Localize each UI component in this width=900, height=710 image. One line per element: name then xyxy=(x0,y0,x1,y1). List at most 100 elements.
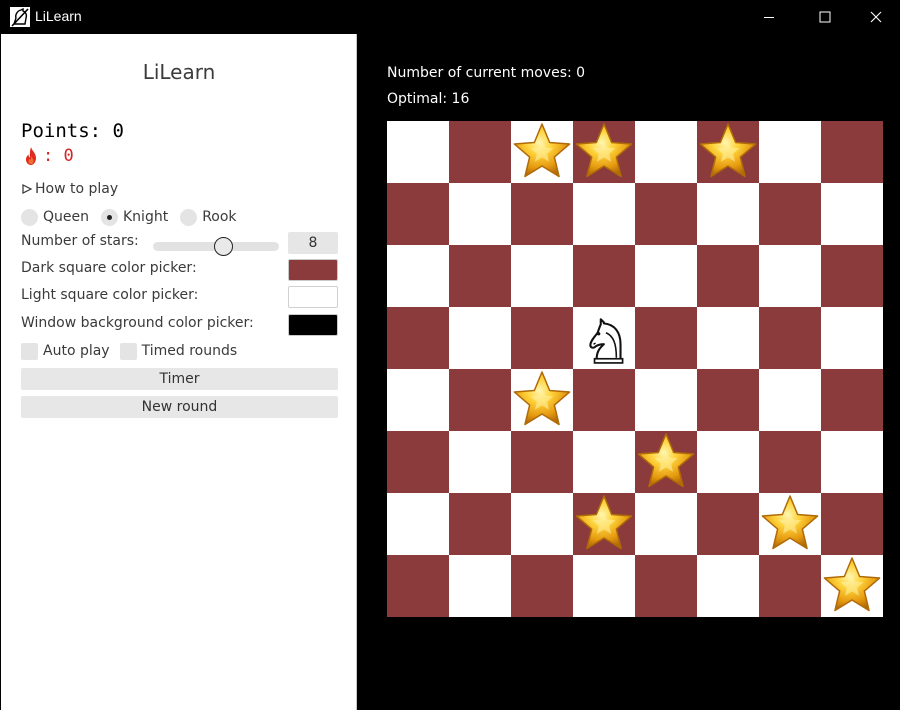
dark-square[interactable] xyxy=(387,183,449,245)
dark-square[interactable] xyxy=(635,183,697,245)
light-square[interactable] xyxy=(511,493,573,555)
dark-square[interactable] xyxy=(759,183,821,245)
light-square[interactable] xyxy=(635,493,697,555)
radio-knight[interactable]: Knight xyxy=(101,208,168,226)
stars-slider[interactable] xyxy=(153,237,279,256)
current-moves-label: Number of current moves: 0 xyxy=(387,65,586,81)
light-color-picker[interactable] xyxy=(288,286,338,308)
light-square[interactable] xyxy=(573,555,635,617)
auto-play-checkbox[interactable]: Auto play xyxy=(21,342,110,360)
dark-square[interactable] xyxy=(387,555,449,617)
checkbox-label: Auto play xyxy=(43,343,110,359)
dark-square[interactable] xyxy=(759,555,821,617)
dark-square[interactable] xyxy=(387,307,449,369)
light-color-label: Light square color picker: xyxy=(21,287,199,303)
light-square[interactable] xyxy=(759,369,821,431)
light-square[interactable] xyxy=(697,431,759,493)
dark-square[interactable] xyxy=(697,493,759,555)
streak-counter: : 0 xyxy=(23,146,74,166)
how-to-play-label: How to play xyxy=(35,181,119,197)
dark-square[interactable] xyxy=(511,183,573,245)
checkbox-box[interactable] xyxy=(21,342,38,360)
window-color-picker[interactable] xyxy=(288,314,338,336)
minimize-button[interactable] xyxy=(740,0,798,34)
optimal-moves-label: Optimal: 16 xyxy=(387,91,470,107)
light-square[interactable] xyxy=(759,245,821,307)
dark-square[interactable] xyxy=(821,245,883,307)
radio-rook[interactable]: Rook xyxy=(180,208,237,226)
light-square[interactable] xyxy=(573,183,635,245)
timer-button[interactable]: Timer xyxy=(21,368,338,390)
dark-square[interactable] xyxy=(449,369,511,431)
dark-square[interactable] xyxy=(821,493,883,555)
dark-square[interactable] xyxy=(759,431,821,493)
dark-square[interactable] xyxy=(511,307,573,369)
minimize-icon xyxy=(764,17,774,18)
app-heading: LiLearn xyxy=(142,60,216,84)
light-square[interactable] xyxy=(387,245,449,307)
radio-button[interactable] xyxy=(21,208,38,226)
app-icon xyxy=(10,7,30,27)
light-square[interactable] xyxy=(697,183,759,245)
dark-square[interactable] xyxy=(387,431,449,493)
light-square[interactable] xyxy=(387,493,449,555)
light-square[interactable] xyxy=(821,307,883,369)
light-square[interactable] xyxy=(449,183,511,245)
dark-square[interactable] xyxy=(511,431,573,493)
maximize-button[interactable] xyxy=(796,0,854,34)
sidebar-divider xyxy=(356,34,357,710)
maximize-icon xyxy=(819,11,831,23)
checkbox-label: Timed rounds xyxy=(141,343,238,359)
dark-square[interactable] xyxy=(697,369,759,431)
settings-sidebar: LiLearn Points: 0 : 0 How to play Queen … xyxy=(0,34,356,710)
points-label: Points: 0 xyxy=(21,120,124,142)
radio-queen[interactable]: Queen xyxy=(21,208,89,226)
slider-thumb[interactable] xyxy=(213,237,233,256)
expand-triangle-icon xyxy=(22,184,33,194)
stars-label: Number of stars: xyxy=(21,233,139,249)
how-to-play-toggle[interactable]: How to play xyxy=(21,181,118,197)
light-square[interactable] xyxy=(573,431,635,493)
timed-rounds-checkbox[interactable]: Timed rounds xyxy=(119,342,238,360)
light-square[interactable] xyxy=(511,245,573,307)
dark-square[interactable] xyxy=(449,121,511,183)
light-square[interactable] xyxy=(697,555,759,617)
light-square[interactable] xyxy=(635,369,697,431)
dark-square[interactable] xyxy=(635,307,697,369)
title-bar: LiLearn xyxy=(0,0,900,34)
radio-label: Rook xyxy=(202,209,237,225)
light-square[interactable] xyxy=(635,245,697,307)
dark-color-picker[interactable] xyxy=(288,259,338,281)
light-square[interactable] xyxy=(821,183,883,245)
dark-square[interactable] xyxy=(449,245,511,307)
dark-square[interactable] xyxy=(573,245,635,307)
light-square[interactable] xyxy=(759,121,821,183)
radio-label: Queen xyxy=(43,209,89,225)
dark-square[interactable] xyxy=(821,121,883,183)
dark-square[interactable] xyxy=(449,493,511,555)
light-square[interactable] xyxy=(449,555,511,617)
stars-value[interactable]: 8 xyxy=(288,232,338,254)
chess-board[interactable] xyxy=(387,121,883,617)
radio-button-selected[interactable] xyxy=(101,208,118,226)
close-button[interactable] xyxy=(852,0,900,34)
light-square[interactable] xyxy=(821,431,883,493)
light-square[interactable] xyxy=(635,121,697,183)
light-square[interactable] xyxy=(449,431,511,493)
dark-square[interactable] xyxy=(635,555,697,617)
light-square[interactable] xyxy=(387,121,449,183)
options-checkboxes: Auto play Timed rounds xyxy=(21,341,247,361)
board-canvas[interactable] xyxy=(387,121,883,617)
checkbox-box[interactable] xyxy=(119,342,137,360)
window-color-label: Window background color picker: xyxy=(21,315,254,331)
dark-square[interactable] xyxy=(511,555,573,617)
dark-square[interactable] xyxy=(821,369,883,431)
dark-square[interactable] xyxy=(697,245,759,307)
dark-square[interactable] xyxy=(759,307,821,369)
light-square[interactable] xyxy=(387,369,449,431)
radio-button[interactable] xyxy=(180,208,198,226)
dark-square[interactable] xyxy=(573,369,635,431)
light-square[interactable] xyxy=(697,307,759,369)
light-square[interactable] xyxy=(449,307,511,369)
new-round-button[interactable]: New round xyxy=(21,396,338,418)
